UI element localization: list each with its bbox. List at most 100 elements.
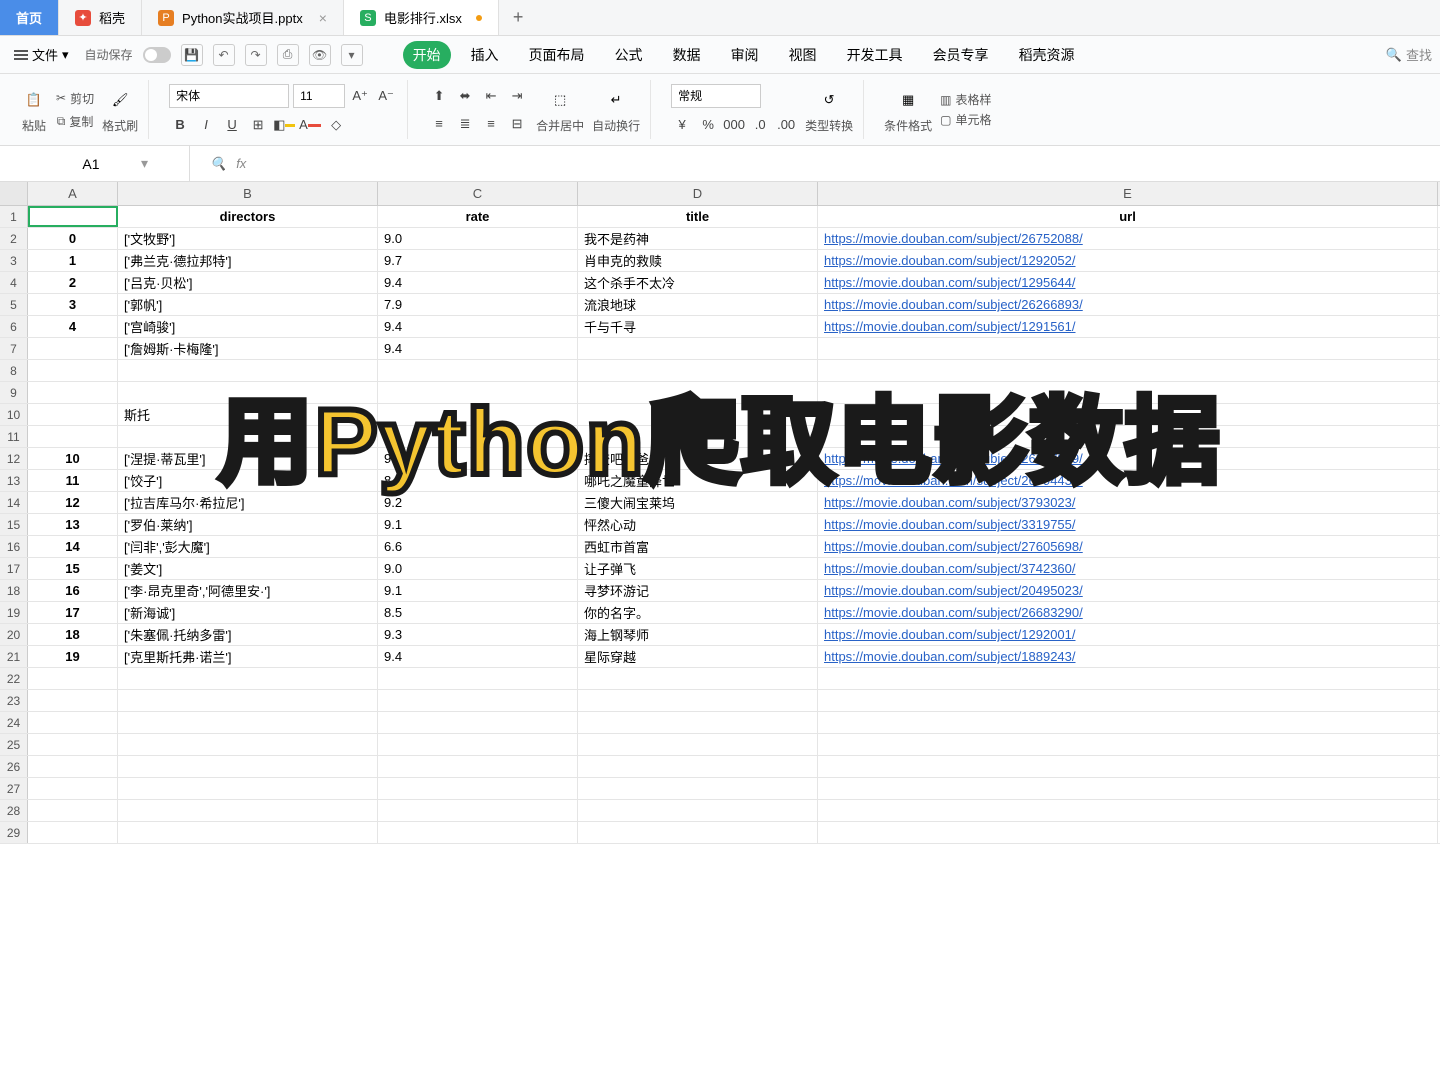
wrap-button[interactable]: ↵ 自动换行 — [592, 86, 640, 134]
cell[interactable]: 13 — [28, 514, 118, 535]
row-header[interactable]: 22 — [0, 668, 28, 689]
cell[interactable] — [378, 668, 578, 689]
cell[interactable] — [378, 800, 578, 821]
cell[interactable]: https://movie.douban.com/subject/3319755… — [818, 514, 1438, 535]
cell[interactable]: 9.7 — [378, 250, 578, 271]
cell[interactable]: https://movie.douban.com/subject/1889243… — [818, 646, 1438, 667]
cell[interactable] — [28, 382, 118, 403]
name-box[interactable]: ▾ — [0, 146, 190, 181]
ribbon-tab-dev[interactable]: 开发工具 — [837, 41, 913, 69]
cell[interactable] — [578, 426, 818, 447]
cell[interactable] — [378, 822, 578, 843]
cell[interactable]: 4 — [28, 316, 118, 337]
cell[interactable] — [118, 360, 378, 381]
autosave-toggle[interactable] — [143, 47, 171, 63]
cell[interactable]: ['李·昂克里奇','阿德里安·'] — [118, 580, 378, 601]
url-link[interactable]: https://movie.douban.com/subject/1292001… — [824, 627, 1076, 642]
row-header[interactable]: 25 — [0, 734, 28, 755]
cell[interactable] — [378, 382, 578, 403]
cell[interactable] — [378, 778, 578, 799]
cell[interactable] — [118, 734, 378, 755]
close-icon[interactable]: × — [319, 10, 327, 26]
cell[interactable]: 星际穿越 — [578, 646, 818, 667]
row-header[interactable]: 11 — [0, 426, 28, 447]
ribbon-tab-start[interactable]: 开始 — [403, 41, 451, 69]
cell[interactable] — [118, 822, 378, 843]
cut-button[interactable]: ✂剪切 — [56, 90, 94, 107]
tab-pptx[interactable]: P Python实战项目.pptx × — [142, 0, 344, 35]
row-header[interactable]: 3 — [0, 250, 28, 271]
cell[interactable]: 19 — [28, 646, 118, 667]
row-header[interactable]: 5 — [0, 294, 28, 315]
cell[interactable]: ['文牧野'] — [118, 228, 378, 249]
row-header[interactable]: 17 — [0, 558, 28, 579]
cell[interactable]: https://movie.douban.com/subject/1292001… — [818, 624, 1438, 645]
font-grow-icon[interactable]: A⁺ — [349, 85, 371, 107]
col-header-A[interactable]: A — [28, 182, 118, 205]
paste-button[interactable]: 📋 粘贴 — [20, 86, 48, 134]
align-right-icon[interactable]: ≡ — [480, 113, 502, 135]
cell[interactable]: https://movie.douban.com/subject/2049502… — [818, 580, 1438, 601]
cell[interactable]: ['涅提·蒂瓦里'] — [118, 448, 378, 469]
cell[interactable]: 12 — [28, 492, 118, 513]
cell[interactable] — [818, 426, 1438, 447]
cell[interactable]: 让子弹飞 — [578, 558, 818, 579]
cell[interactable] — [28, 404, 118, 425]
row-header[interactable]: 29 — [0, 822, 28, 843]
ribbon-tab-resource[interactable]: 稻壳资源 — [1009, 41, 1085, 69]
search-button[interactable]: 🔍 查找 — [1386, 45, 1432, 64]
cell[interactable]: 0 — [28, 228, 118, 249]
zoom-icon[interactable]: 🔍 — [210, 156, 226, 172]
dec-dec-icon[interactable]: .00 — [775, 114, 797, 136]
tab-add-button[interactable]: + — [499, 0, 538, 35]
url-link[interactable]: https://movie.douban.com/subject/1292052… — [824, 253, 1076, 268]
cell[interactable] — [578, 712, 818, 733]
cell[interactable] — [818, 382, 1438, 403]
cell[interactable]: 3 — [28, 294, 118, 315]
tab-home[interactable]: 首页 — [0, 0, 59, 35]
cell[interactable] — [118, 382, 378, 403]
cell[interactable]: 流浪地球 — [578, 294, 818, 315]
ribbon-tab-formula[interactable]: 公式 — [605, 41, 653, 69]
ribbon-tab-insert[interactable]: 插入 — [461, 41, 509, 69]
select-all-corner[interactable] — [0, 182, 28, 205]
col-header-C[interactable]: C — [378, 182, 578, 205]
cell[interactable]: 千与千寻 — [578, 316, 818, 337]
cell[interactable]: 9.1 — [378, 580, 578, 601]
cell[interactable]: 怦然心动 — [578, 514, 818, 535]
col-header-E[interactable]: E — [818, 182, 1438, 205]
col-header-D[interactable]: D — [578, 182, 818, 205]
cell[interactable]: ['克里斯托弗·诺兰'] — [118, 646, 378, 667]
cell[interactable] — [118, 426, 378, 447]
url-link[interactable]: https://movie.douban.com/subject/2049502… — [824, 583, 1083, 598]
cell[interactable]: 摔跤吧！爸爸 — [578, 448, 818, 469]
cell[interactable] — [28, 668, 118, 689]
font-name-select[interactable] — [169, 84, 289, 108]
align-middle-icon[interactable]: ⬌ — [454, 85, 476, 107]
cell[interactable]: https://movie.douban.com/subject/1292052… — [818, 250, 1438, 271]
copy-button[interactable]: ⧉复制 — [57, 113, 94, 130]
cell[interactable]: 7.9 — [378, 294, 578, 315]
cell[interactable] — [28, 690, 118, 711]
cell[interactable] — [118, 778, 378, 799]
name-box-input[interactable] — [41, 156, 141, 172]
cell[interactable] — [818, 778, 1438, 799]
row-header[interactable]: 16 — [0, 536, 28, 557]
row-header[interactable]: 1 — [0, 206, 28, 227]
cell[interactable]: ['弗兰克·德拉邦特'] — [118, 250, 378, 271]
italic-button[interactable]: I — [195, 114, 217, 136]
cell[interactable]: 9.4 — [378, 338, 578, 359]
row-header[interactable]: 28 — [0, 800, 28, 821]
cell[interactable]: 9.0 — [378, 558, 578, 579]
tab-docer[interactable]: ✦ 稻壳 — [59, 0, 142, 35]
font-shrink-icon[interactable]: A⁻ — [375, 85, 397, 107]
row-header[interactable]: 15 — [0, 514, 28, 535]
row-header[interactable]: 6 — [0, 316, 28, 337]
cell[interactable]: 9.0 — [378, 448, 578, 469]
cell[interactable]: 哪吒之魔童降世 — [578, 470, 818, 491]
align-left-icon[interactable]: ≡ — [428, 113, 450, 135]
cell[interactable] — [578, 734, 818, 755]
cell[interactable]: ['詹姆斯·卡梅隆'] — [118, 338, 378, 359]
cell[interactable]: ['吕克·贝松'] — [118, 272, 378, 293]
cell[interactable] — [28, 426, 118, 447]
